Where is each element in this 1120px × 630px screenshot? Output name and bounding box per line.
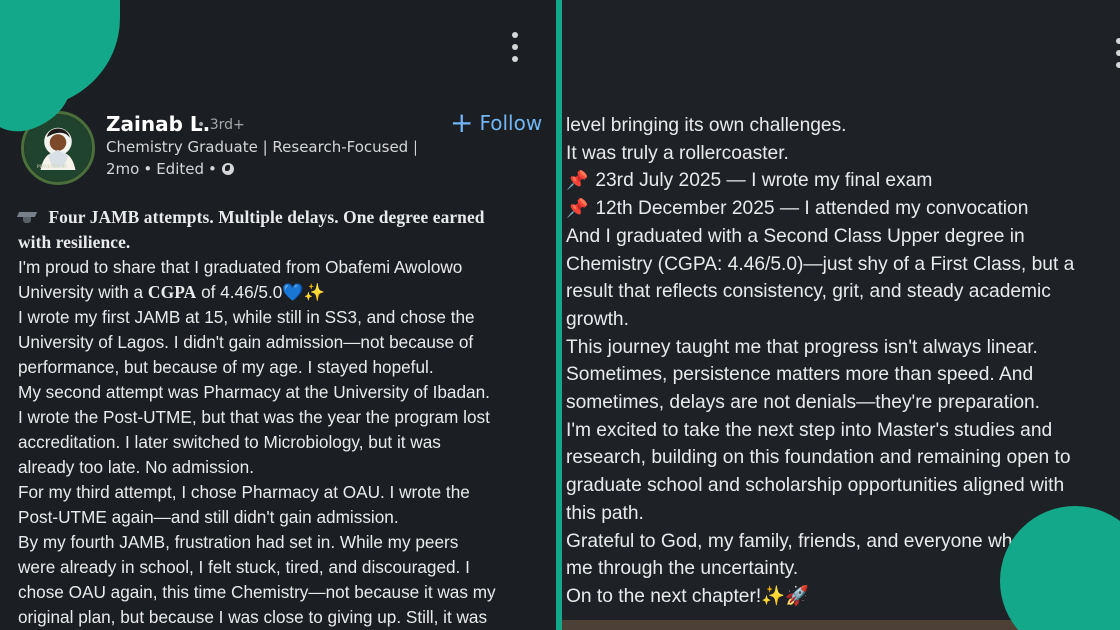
post-line: I wrote my first JAMB at 15, while still… [18, 307, 475, 327]
post-line: By my fourth JAMB, frustration had set i… [18, 532, 459, 552]
post-line: accreditation. I later switched to Micro… [18, 432, 441, 452]
timeline-text: 12th December 2025 — I attended my convo… [595, 198, 1029, 220]
post-line: And I graduated with a Second Class Uppe… [566, 225, 1025, 247]
post-line: Chemistry (CGPA: 4.46/5.0)—just shy of a… [566, 253, 1075, 275]
cgpa-line: University with a CGPA of 4.46/5.0💙✨ [18, 280, 543, 305]
post-line: already too late. No admission. [18, 457, 254, 477]
post-line: I wrote the Post-UTME, but that was the … [18, 407, 490, 427]
timeline-line: 📌 12th December 2025 — I attended my con… [566, 195, 1120, 223]
cgpa-label: CGPA [147, 282, 197, 302]
profile-headline: Chemistry Graduate | Research-Focused | … [106, 138, 416, 156]
post-title-continuation: with resilience. [18, 232, 131, 252]
plus-icon: + [450, 106, 474, 139]
post-time: 2mo [106, 160, 140, 178]
post-line: This journey taught me that progress isn… [566, 336, 1038, 358]
meta-separator: • [143, 160, 153, 178]
pin-icon: 📌 [566, 198, 589, 219]
menu-dot [512, 44, 518, 50]
profile-name[interactable]: Zainab L. [106, 112, 210, 136]
post-line: Sometimes, persistence matters more than… [566, 364, 1034, 386]
post-line: University of Lagos. I didn't gain admis… [18, 332, 474, 352]
post-line: It was truly a rollercoaster. [566, 142, 789, 164]
post-line: performance, but because of my age. I st… [18, 357, 434, 377]
post-meta: 2mo • Edited • [106, 160, 234, 178]
screenshot-composite: POWERED BY Zainab L. • 3rd+ Chemistry Gr… [0, 0, 1120, 630]
post-line: Post-UTME again—and still didn't gain ad… [18, 507, 399, 527]
post-line: chose OAU again, this time Chemistry—not… [18, 582, 496, 602]
graduation-cap-icon [18, 212, 36, 224]
timeline-line: 📌 23rd July 2025 — I wrote my final exam [566, 167, 1120, 195]
decorative-green-blob [0, 0, 120, 108]
more-options-icon[interactable] [1116, 38, 1120, 68]
post-body: Four JAMB attempts. Multiple delays. One… [18, 205, 543, 630]
sparkle-icon: ✨ [303, 282, 326, 302]
cgpa-prefix: University with a [18, 282, 148, 302]
left-linkedin-post: POWERED BY Zainab L. • 3rd+ Chemistry Gr… [0, 0, 556, 630]
post-line: For my third attempt, I chose Pharmacy a… [18, 482, 470, 502]
connection-degree: • 3rd+ [197, 117, 245, 133]
right-post-detail: level bringing its own challenges. It wa… [562, 0, 1120, 630]
post-line: research, building on this foundation an… [566, 447, 1071, 469]
menu-dot [512, 56, 518, 62]
meta-separator: • [208, 160, 217, 178]
menu-dot [512, 32, 518, 38]
post-line: result that reflects consistency, grit, … [566, 281, 1051, 303]
post-line: growth. [566, 308, 629, 330]
menu-dot [1116, 50, 1120, 56]
heart-icon: 💙 [282, 282, 304, 302]
timeline-text: 23rd July 2025 — I wrote my final exam [595, 170, 933, 192]
post-line: were already in school, I felt stuck, ti… [18, 557, 470, 577]
globe-icon [221, 163, 234, 175]
avatar-frame-text: POWERED BY [37, 164, 68, 170]
post-title-line: Four JAMB attempts. Multiple delays. One… [18, 205, 543, 230]
post-line: My second attempt was Pharmacy at the Un… [18, 382, 490, 402]
follow-button[interactable]: + Follow [450, 106, 543, 139]
menu-dot [1116, 38, 1120, 44]
cgpa-value: of 4.46/5.0 [196, 282, 283, 302]
post-line: sometimes, delays are not denials—they'r… [566, 392, 1041, 414]
post-line: level bringing its own challenges. [566, 115, 847, 136]
follow-label: Follow [479, 111, 543, 135]
menu-dot [1116, 62, 1120, 68]
edited-label: Edited [156, 160, 205, 178]
scroll-fade-overlay [562, 88, 1120, 114]
post-title: Four JAMB attempts. Multiple delays. One… [48, 207, 485, 227]
post-line: I'm proud to share that I graduated from… [18, 257, 463, 277]
post-line: I'm excited to take the next step into M… [566, 419, 1053, 441]
post-line: graduate school and scholarship opportun… [566, 475, 1065, 497]
post-line: original plan, but because I was close t… [18, 607, 488, 627]
pin-icon: 📌 [566, 170, 589, 191]
more-options-icon[interactable] [512, 32, 518, 62]
